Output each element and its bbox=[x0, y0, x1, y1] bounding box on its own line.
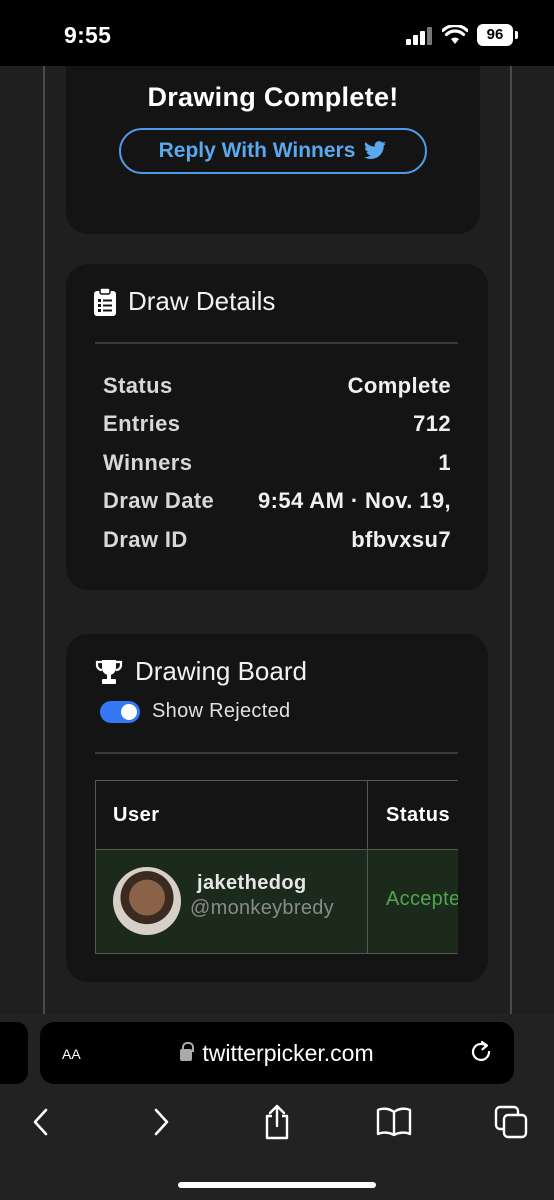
table-row-user-cell[interactable]: jakethedog @monkeybredy bbox=[95, 849, 368, 954]
show-rejected-row: Show Rejected bbox=[100, 700, 290, 723]
share-button[interactable] bbox=[255, 1100, 299, 1144]
detail-label: Status bbox=[103, 373, 173, 398]
draw-details-card: Draw Details Status Complete Entries 712… bbox=[66, 264, 488, 590]
reload-icon[interactable] bbox=[468, 1039, 494, 1065]
clipboard-icon bbox=[94, 287, 116, 316]
home-indicator bbox=[178, 1182, 376, 1188]
url-display[interactable]: twitterpicker.com bbox=[40, 1040, 514, 1067]
detail-row-status: Status Complete bbox=[103, 368, 451, 404]
column-header-user: User bbox=[95, 780, 368, 850]
back-button[interactable] bbox=[19, 1100, 63, 1144]
chevron-right-icon bbox=[154, 1108, 169, 1136]
user-handle: @monkeybredy bbox=[190, 897, 334, 919]
drawing-complete-title: Drawing Complete! bbox=[147, 82, 399, 112]
detail-label: Draw ID bbox=[103, 527, 188, 552]
column-border-right bbox=[510, 66, 512, 1014]
detail-row-entries: Entries 712 bbox=[103, 406, 451, 442]
twitter-bird-icon bbox=[364, 141, 387, 160]
tabs-icon bbox=[494, 1105, 528, 1139]
detail-value: bfbvxsu7 bbox=[351, 527, 451, 552]
show-rejected-toggle[interactable] bbox=[100, 700, 140, 723]
avatar bbox=[113, 867, 181, 935]
user-display-name: jakethedog bbox=[197, 872, 307, 894]
detail-value: 1 bbox=[438, 450, 451, 475]
detail-value: 712 bbox=[413, 411, 451, 436]
divider bbox=[95, 752, 458, 754]
detail-label: Draw Date bbox=[103, 488, 215, 513]
drawing-board-card: Drawing Board Show Rejected User Status … bbox=[66, 634, 488, 982]
drawing-complete-card: Drawing Complete! Reply With Winners bbox=[66, 66, 480, 234]
cellular-signal-icon bbox=[406, 27, 432, 45]
drawing-board-table[interactable]: User Status jakethedog @monkeybredy Acce… bbox=[95, 780, 458, 954]
detail-label: Winners bbox=[103, 450, 193, 475]
detail-row-draw-id: Draw ID bfbvxsu7 bbox=[103, 522, 451, 558]
draw-details-title: Draw Details bbox=[128, 286, 276, 316]
forward-button[interactable] bbox=[139, 1100, 183, 1144]
reply-with-winners-button[interactable]: Reply With Winners bbox=[119, 128, 427, 174]
detail-row-winners: Winners 1 bbox=[103, 445, 451, 481]
previous-tab-preview[interactable] bbox=[0, 1022, 28, 1084]
address-bar[interactable]: AA twitterpicker.com bbox=[40, 1022, 514, 1084]
share-icon bbox=[265, 1104, 289, 1140]
status-bar: 9:55 96 bbox=[0, 0, 554, 66]
chevron-left-icon bbox=[33, 1108, 48, 1136]
lock-icon bbox=[180, 1042, 195, 1061]
book-icon bbox=[376, 1107, 412, 1137]
wifi-icon bbox=[442, 25, 468, 44]
show-rejected-label: Show Rejected bbox=[152, 700, 291, 722]
drawing-board-header: Drawing Board bbox=[95, 656, 307, 687]
column-header-status: Status bbox=[367, 780, 458, 850]
detail-value: 9:54 AM · Nov. 19, bbox=[257, 488, 451, 513]
reply-button-label: Reply With Winners bbox=[158, 139, 356, 162]
detail-label: Entries bbox=[103, 411, 181, 436]
status-time: 9:55 bbox=[64, 22, 112, 48]
draw-details-header: Draw Details bbox=[94, 286, 275, 317]
detail-value: Complete bbox=[347, 373, 451, 398]
divider bbox=[95, 342, 458, 344]
bookmarks-button[interactable] bbox=[372, 1100, 416, 1144]
browser-chrome: AA twitterpicker.com bbox=[0, 1014, 554, 1200]
page-content[interactable]: Drawing Complete! Reply With Winners Dra… bbox=[0, 66, 554, 1014]
url-text: twitterpicker.com bbox=[202, 1040, 374, 1066]
table-row-status-cell: Accepte bbox=[367, 849, 458, 954]
drawing-board-title: Drawing Board bbox=[135, 656, 307, 686]
detail-row-draw-date: Draw Date 9:54 AM · Nov. 19, bbox=[103, 483, 451, 519]
trophy-icon bbox=[95, 659, 123, 684]
column-border-left bbox=[43, 66, 45, 1014]
tabs-button[interactable] bbox=[489, 1100, 533, 1144]
battery-icon: 96 bbox=[477, 24, 518, 46]
